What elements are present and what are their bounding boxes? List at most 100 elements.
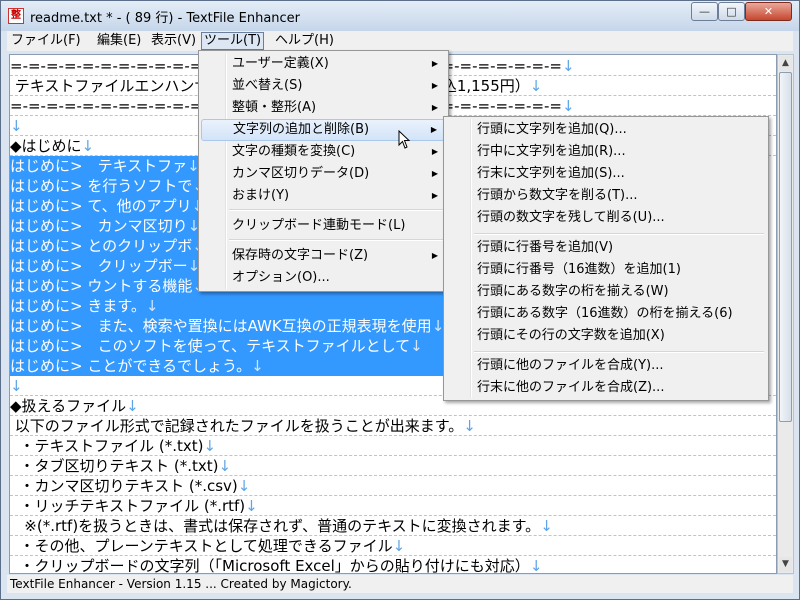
menu-item-label: ユーザー定義(X) xyxy=(232,56,329,71)
submenu-item[interactable]: 行中に文字列を追加(R)... xyxy=(446,141,766,163)
menu-item-label: 整頓・整形(A) xyxy=(232,100,317,115)
line-text: ◆はじめに xyxy=(10,137,82,155)
submenu-arrow-icon: ▶ xyxy=(431,59,438,68)
submenu-item[interactable]: 行頭にある数字の桁を揃える(W) xyxy=(446,281,766,303)
menu-bar: ファイル(F) 編集(E) 表示(V) ツール(T) ヘルプ(H) xyxy=(7,31,793,51)
submenu-arrow-icon: ▶ xyxy=(431,191,438,200)
add-remove-string-submenu: 行頭に文字列を追加(Q)... 行中に文字列を追加(R)... 行末に文字列を追加(… xyxy=(443,116,769,401)
submenu-item[interactable]: 行頭にその行の文字数を追加(X) xyxy=(446,325,766,347)
menu-item-label: オプション(O)... xyxy=(232,270,330,285)
line-end-marker: ↓ xyxy=(392,537,406,555)
tools-menu-item[interactable]: ユーザー定義(X) ▶ xyxy=(201,53,446,75)
line-text: はじめに> を行うソフトで xyxy=(10,177,193,195)
close-button[interactable]: ✕ xyxy=(745,2,792,21)
menu-item-label: おまけ(Y) xyxy=(232,188,290,203)
line-text: 以下のファイル形式で記録されたファイルを扱うことが出来ます。 xyxy=(10,417,464,435)
line-text: ※(*.rtf)を扱うときは、書式は保存されず、普通のテキストに変換されます。 xyxy=(10,517,541,535)
line-end-marker: ↓ xyxy=(10,117,23,135)
line-text: ・クリップボードの文字列（「Microsoft Excel」からの貼り付けにも対… xyxy=(10,557,530,574)
submenu-item[interactable]: 行末に文字列を追加(S)... xyxy=(446,163,766,185)
editor-line[interactable]: ・リッチテキストファイル (*.rtf)↓ xyxy=(10,496,776,516)
submenu-item[interactable]: 行頭に文字列を追加(Q)... xyxy=(446,119,766,141)
line-end-marker: ↓ xyxy=(251,357,264,375)
submenu-item[interactable]: 行頭にある数字（16進数）の桁を揃える(6) xyxy=(446,303,766,325)
editor-line[interactable]: ・テキストファイル (*.txt)↓ xyxy=(10,436,776,456)
submenu-item[interactable]: 行頭の数文字を残して削る(U)... xyxy=(446,207,766,229)
menu-separator xyxy=(229,209,445,211)
scroll-up-arrow-icon[interactable]: ▲ xyxy=(779,56,792,71)
submenu-arrow-icon: ▶ xyxy=(431,251,438,260)
line-text: ・テキストファイル (*.txt) xyxy=(10,437,204,455)
submenu-item[interactable]: 行頭から数文字を削る(T)... xyxy=(446,185,766,207)
editor-line[interactable]: はじめに> このソフトを使って、テキストファイルとして↓ xyxy=(10,336,444,356)
line-end-marker: ↓ xyxy=(81,137,95,155)
window-title: readme.txt * - ( 89 行) - TextFile Enhanc… xyxy=(30,11,301,26)
line-text: はじめに> きます。 xyxy=(10,297,146,315)
tools-menu-item[interactable]: カンマ区切りデータ(D) ▶ xyxy=(201,163,446,185)
editor-line[interactable]: 以下のファイル形式で記録されたファイルを扱うことが出来ます。↓ xyxy=(10,416,776,436)
editor-line[interactable]: ・その他、プレーンテキストとして処理できるファイル↓ xyxy=(10,536,776,556)
line-end-marker: ↓ xyxy=(529,557,543,574)
app-icon[interactable]: 整 xyxy=(8,8,24,24)
editor-line[interactable]: はじめに> また、検索や置換にはAWK互換の正規表現を使用↓ xyxy=(10,316,444,336)
menu-tools[interactable]: ツール(T) xyxy=(201,32,265,50)
editor-line[interactable]: ・タブ区切りテキスト (*.txt)↓ xyxy=(10,456,776,476)
editor-line[interactable]: ・カンマ区切りテキスト (*.csv)↓ xyxy=(10,476,776,496)
tools-menu: ユーザー定義(X) ▶ 並べ替え(S) ▶ 整頓・整形(A) ▶ 文字列の追加と削除(B) ▶… xyxy=(198,50,449,292)
line-text: ・その他、プレーンテキストとして処理できるファイル xyxy=(10,537,393,555)
tools-menu-item[interactable]: おまけ(Y) ▶ xyxy=(201,185,446,207)
title-bar[interactable]: 整 readme.txt * - ( 89 行) - TextFile Enha… xyxy=(1,1,799,31)
line-text: はじめに> て、他のアプリ xyxy=(10,197,192,215)
scroll-down-arrow-icon[interactable]: ▼ xyxy=(779,557,792,572)
line-text: はじめに> ことができるでしょう。 xyxy=(10,357,252,375)
submenu-arrow-icon: ▶ xyxy=(431,169,438,178)
menu-separator xyxy=(474,233,764,235)
line-end-marker: ↓ xyxy=(203,437,217,455)
submenu-arrow-icon: ▶ xyxy=(430,125,437,134)
menu-item-label: クリップボード連動モード(L) xyxy=(232,218,406,233)
line-text: ・リッチテキストファイル (*.rtf) xyxy=(10,497,246,515)
maximize-button[interactable]: □ xyxy=(718,2,745,21)
submenu-item[interactable]: 行末に他のファイルを合成(Z)... xyxy=(446,377,766,399)
line-end-marker: ↓ xyxy=(463,417,476,435)
line-end-marker: ↓ xyxy=(245,497,258,515)
line-text: はじめに> ウントする機能 xyxy=(10,277,193,295)
line-text: はじめに> テキストファ xyxy=(10,157,188,175)
line-end-marker: ↓ xyxy=(218,457,232,475)
line-text: はじめに> カンマ区切り xyxy=(10,217,188,235)
line-end-marker: ↓ xyxy=(562,97,575,115)
tools-menu-item[interactable]: オプション(O)... xyxy=(201,267,446,289)
line-text: はじめに> また、検索や置換にはAWK互換の正規表現を使用 xyxy=(10,317,432,335)
line-text: はじめに> とのクリップボ xyxy=(10,237,193,255)
line-end-marker: ↓ xyxy=(10,377,23,395)
menu-item-label: カンマ区切りデータ(D) xyxy=(232,166,370,181)
line-text: ・カンマ区切りテキスト (*.csv) xyxy=(10,477,238,495)
scrollbar-thumb[interactable] xyxy=(779,72,792,422)
menu-file[interactable]: ファイル(F) xyxy=(9,32,83,50)
editor-line[interactable]: はじめに> きます。↓ xyxy=(10,296,444,316)
line-text: はじめに> クリップボー xyxy=(10,257,188,275)
editor-line[interactable]: ※(*.rtf)を扱うときは、書式は保存されず、普通のテキストに変換されます。↓ xyxy=(10,516,776,536)
minimize-button[interactable]: — xyxy=(691,2,718,21)
menu-help[interactable]: ヘルプ(H) xyxy=(273,32,336,50)
tools-menu-item[interactable]: 並べ替え(S) ▶ xyxy=(201,75,446,97)
tools-menu-item[interactable]: クリップボード連動モード(L) xyxy=(201,215,446,237)
tools-menu-item[interactable]: 整頓・整形(A) ▶ xyxy=(201,97,446,119)
line-end-marker: ↓ xyxy=(562,57,575,75)
mouse-cursor-icon xyxy=(398,130,411,149)
line-end-marker: ↓ xyxy=(126,397,139,415)
editor-line[interactable]: ・クリップボードの文字列（「Microsoft Excel」からの貼り付けにも対… xyxy=(10,556,776,574)
submenu-item[interactable]: 行頭に行番号を追加(V) xyxy=(446,237,766,259)
line-text: ◆扱えるファイル xyxy=(10,397,127,415)
menu-edit[interactable]: 編集(E) xyxy=(95,32,143,50)
menu-item-label: 文字列の追加と削除(B) xyxy=(233,122,370,137)
status-bar: TextFile Enhancer - Version 1.15 ... Cre… xyxy=(7,575,793,593)
menu-item-label: 文字の種類を変換(C) xyxy=(232,144,356,159)
tools-menu-item[interactable]: 保存時の文字コード(Z) ▶ xyxy=(201,245,446,267)
vertical-scrollbar[interactable]: ▲ ▼ xyxy=(777,54,794,574)
menu-view[interactable]: 表示(V) xyxy=(149,32,198,50)
editor-line[interactable]: はじめに> ことができるでしょう。↓ xyxy=(10,356,444,376)
submenu-item[interactable]: 行頭に他のファイルを合成(Y)... xyxy=(446,355,766,377)
line-text: ・タブ区切りテキスト (*.txt) xyxy=(10,457,219,475)
submenu-item[interactable]: 行頭に行番号（16進数）を追加(1) xyxy=(446,259,766,281)
